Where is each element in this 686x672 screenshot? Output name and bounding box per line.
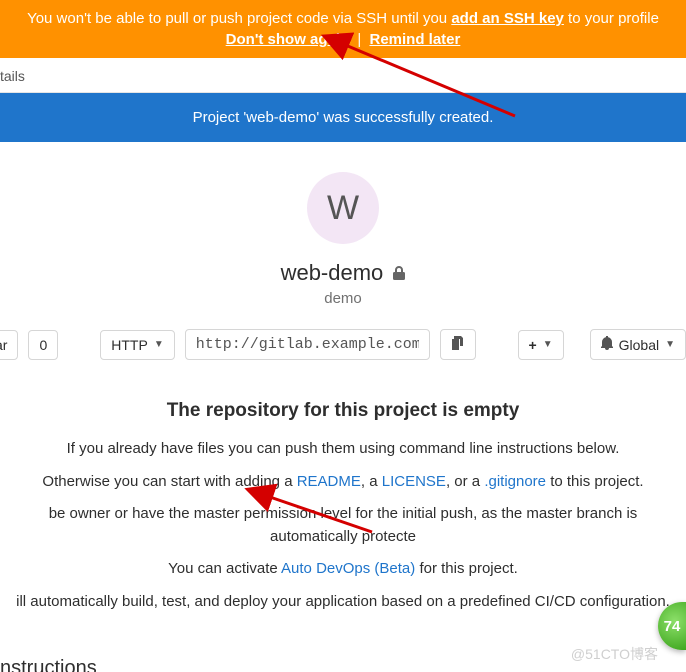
clone-url-input[interactable] xyxy=(185,329,430,360)
empty-p1: If you already have files you can push t… xyxy=(8,438,678,461)
license-link[interactable]: LICENSE xyxy=(382,473,446,490)
empty-p3: be owner or have the master permission l… xyxy=(8,503,678,548)
gitignore-link[interactable]: .gitignore xyxy=(484,473,546,490)
notifications-dropdown[interactable]: Global ▼ xyxy=(590,329,686,360)
bell-icon xyxy=(601,336,613,353)
clone-protocol-dropdown[interactable]: HTTP▼ xyxy=(100,330,174,360)
tab-details[interactable]: tails xyxy=(0,68,25,84)
ssh-banner-text: You won't be able to pull or push projec… xyxy=(27,10,451,27)
success-message: Project 'web-demo' was successfully crea… xyxy=(193,109,494,126)
project-name: web-demo xyxy=(0,260,686,286)
remind-later-link[interactable]: Remind later xyxy=(369,31,460,48)
lock-icon xyxy=(393,267,405,283)
project-namespace: demo xyxy=(0,290,686,307)
add-ssh-key-link[interactable]: add an SSH key xyxy=(451,10,564,27)
project-toolbar: ar 0 HTTP▼ +▼ Global ▼ xyxy=(0,323,686,366)
empty-p4: You can activate Auto DevOps (Beta) for … xyxy=(8,558,678,581)
copy-icon xyxy=(451,336,465,353)
readme-link[interactable]: README xyxy=(297,473,361,490)
star-button[interactable]: ar xyxy=(0,330,18,360)
project-avatar: W xyxy=(307,172,379,244)
caret-down-icon: ▼ xyxy=(154,339,164,350)
add-dropdown[interactable]: +▼ xyxy=(518,330,564,360)
avatar-letter: W xyxy=(327,189,359,228)
empty-repo-section: The repository for this project is empty… xyxy=(0,366,686,613)
project-header: W web-demo demo xyxy=(0,142,686,323)
empty-p5: ill automatically build, test, and deplo… xyxy=(8,591,678,614)
plus-icon: + xyxy=(529,337,537,353)
success-banner: Project 'web-demo' was successfully crea… xyxy=(0,93,686,142)
caret-down-icon: ▼ xyxy=(543,339,553,350)
empty-heading: The repository for this project is empty xyxy=(8,400,678,422)
dont-show-again-link[interactable]: Don't show again xyxy=(226,31,350,48)
separator: | xyxy=(357,31,361,48)
autodevops-link[interactable]: Auto DevOps (Beta) xyxy=(281,560,415,577)
caret-down-icon: ▼ xyxy=(665,339,675,350)
tab-bar: tails xyxy=(0,58,686,93)
copy-url-button[interactable] xyxy=(440,329,476,360)
star-count[interactable]: 0 xyxy=(28,330,58,360)
ssh-banner-suffix: to your profile xyxy=(564,10,659,27)
empty-p2: Otherwise you can start with adding a RE… xyxy=(8,471,678,494)
watermark: @51CTO博客 xyxy=(571,644,658,664)
ssh-warning-banner: You won't be able to pull or push projec… xyxy=(0,0,686,58)
